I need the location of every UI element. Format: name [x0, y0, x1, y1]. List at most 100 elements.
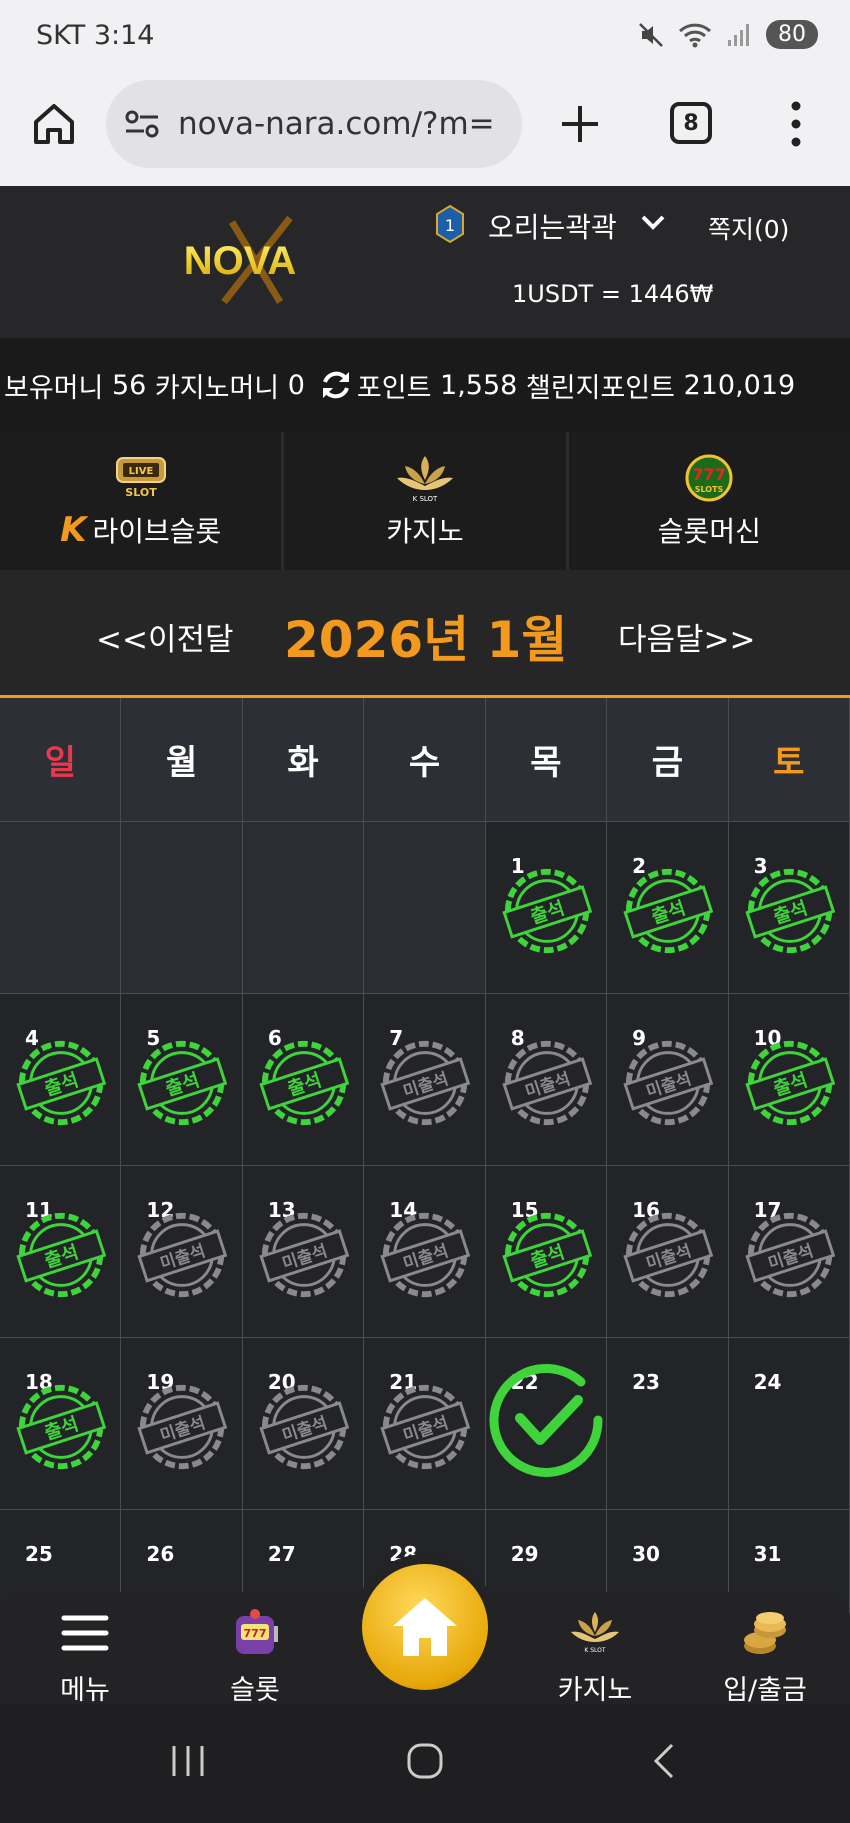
day-cell-9[interactable]: 9 미출석: [607, 994, 729, 1166]
recent-apps-icon[interactable]: [170, 1744, 206, 1778]
browser-home-icon[interactable]: [30, 100, 78, 148]
day-number: 27: [267, 1542, 296, 1566]
empty-day-cell: [121, 822, 243, 994]
nav-deposit-withdraw[interactable]: 입/출금: [705, 1606, 825, 1707]
next-month-button[interactable]: 다음달>>: [618, 614, 756, 659]
attended-stamp-icon: 출석: [259, 1040, 350, 1126]
tab-casino-label: 카지노: [386, 515, 464, 548]
day-number: 31: [753, 1542, 782, 1566]
svg-text:LIVE: LIVE: [128, 466, 153, 477]
nav-casino[interactable]: K SLOT 카지노: [535, 1606, 655, 1707]
missed-stamp-icon: 미출석: [259, 1212, 350, 1298]
missed-stamp-icon: 미출석: [137, 1384, 228, 1470]
nova-logo[interactable]: NOVA: [140, 210, 340, 310]
new-tab-icon[interactable]: [556, 100, 604, 148]
tab-switcher-button[interactable]: 8: [670, 102, 712, 144]
site-settings-icon[interactable]: [124, 110, 160, 138]
day-cell-8[interactable]: 8 미출석: [485, 994, 608, 1166]
slot-machine-icon: 777: [236, 1609, 278, 1654]
day-cell-10[interactable]: 10 출석: [728, 994, 850, 1166]
nav-casino-label: 카지노: [557, 1675, 633, 1706]
nav-menu[interactable]: 메뉴: [25, 1606, 145, 1707]
day-cell-17[interactable]: 17 미출석: [728, 1166, 850, 1338]
k-slot-icon: K SLOT: [396, 456, 453, 503]
chevron-down-icon[interactable]: [640, 214, 666, 232]
casino-money-label: 카지노머니: [154, 372, 280, 404]
day-cell-2[interactable]: 2 출석: [607, 822, 729, 994]
day-cell-21[interactable]: 21 미출석: [364, 1338, 486, 1510]
day-cell-19[interactable]: 19 미출석: [121, 1338, 243, 1510]
k-brand-mark: K: [60, 510, 87, 550]
day-cell-23[interactable]: 23: [607, 1338, 729, 1510]
prev-month-button[interactable]: <<이전달: [96, 614, 234, 659]
day-cell-1[interactable]: 1 출석: [485, 822, 608, 994]
missed-stamp-icon: 미출석: [380, 1212, 471, 1298]
status-bar: SKT 3:14 80: [0, 0, 850, 74]
empty-day-cell: [364, 822, 486, 994]
day-cell-5[interactable]: 5 출석: [121, 994, 243, 1166]
weekday-fri: 금: [607, 698, 729, 822]
day-cell-18[interactable]: 18 출석: [0, 1338, 122, 1510]
wifi-icon: [678, 23, 712, 47]
attended-stamp-icon: 출석: [502, 868, 592, 954]
day-cell-14[interactable]: 14 미출석: [364, 1166, 486, 1338]
missed-stamp-icon: 미출석: [623, 1212, 714, 1298]
attended-stamp-icon: 출석: [502, 1212, 592, 1298]
day-cell-24[interactable]: 24: [728, 1338, 850, 1510]
refresh-icon[interactable]: [319, 368, 353, 402]
weekday-mon: 월: [121, 698, 243, 822]
url-text: nova-nara.com/?m=: [178, 106, 495, 142]
system-home-icon[interactable]: [406, 1742, 444, 1780]
system-navigation-bar: [0, 1704, 850, 1823]
address-bar[interactable]: nova-nara.com/?m=: [106, 80, 522, 168]
day-cell-22[interactable]: 22: [485, 1338, 608, 1510]
missed-stamp-icon: 미출석: [259, 1384, 350, 1470]
status-time: SKT 3:14: [36, 20, 155, 51]
more-options-icon[interactable]: [784, 98, 808, 150]
missed-stamp-icon: 미출석: [380, 1384, 471, 1470]
casino-money-value: 0: [287, 369, 305, 401]
tab-slot-machine[interactable]: 777 SLOTS 슬롯머신: [569, 432, 850, 570]
day-cell-7[interactable]: 7 미출석: [364, 994, 486, 1166]
day-cell-15[interactable]: 15 출석: [485, 1166, 608, 1338]
attended-stamp-icon: 출석: [16, 1384, 107, 1470]
messages-link[interactable]: 쪽지(0): [708, 210, 789, 246]
home-icon: [393, 1598, 457, 1656]
day-cell-12[interactable]: 12 미출석: [121, 1166, 243, 1338]
tab-casino[interactable]: K SLOT 카지노: [284, 432, 569, 570]
weekday-wed: 수: [364, 698, 486, 822]
nav-slot[interactable]: 777 슬롯: [195, 1606, 315, 1707]
missed-stamp-icon: 미출석: [502, 1040, 592, 1126]
day-cell-20[interactable]: 20 미출석: [242, 1338, 365, 1510]
empty-day-cell: [0, 822, 122, 994]
home-button[interactable]: [362, 1564, 488, 1690]
svg-text:SLOT: SLOT: [125, 486, 157, 499]
day-cell-16[interactable]: 16 미출석: [607, 1166, 729, 1338]
weekday-sun: 일: [0, 698, 122, 822]
nav-slot-label: 슬롯: [230, 1675, 280, 1706]
exchange-rate: 1USDT = 1446₩: [512, 280, 714, 308]
tab-live-slot[interactable]: LIVE SLOT K 라이브슬롯: [0, 432, 285, 570]
attended-stamp-icon: 출석: [137, 1040, 228, 1126]
day-cell-3[interactable]: 3 출석: [728, 822, 850, 994]
attended-stamp-icon: 출석: [744, 1040, 835, 1126]
svg-text:777: 777: [244, 1627, 267, 1640]
live-slot-icon: LIVE SLOT: [115, 457, 166, 499]
hamburger-menu-icon: [61, 1615, 109, 1651]
day-cell-6[interactable]: 6 출석: [242, 994, 365, 1166]
missed-stamp-icon: 미출석: [744, 1212, 835, 1298]
weekday-sat: 토: [728, 698, 850, 822]
attended-stamp-icon: 출석: [744, 868, 835, 954]
username[interactable]: 오리는곽곽: [488, 206, 617, 246]
signal-icon: [728, 23, 749, 46]
coins-icon: [744, 1612, 786, 1654]
day-cell-13[interactable]: 13 미출석: [242, 1166, 365, 1338]
day-cell-4[interactable]: 4 출석: [0, 994, 122, 1166]
system-back-icon[interactable]: [652, 1742, 676, 1780]
challenge-point-label: 챌린지포인트: [525, 372, 675, 404]
weekday-header: 일 월 화 수 목 금 토: [0, 698, 850, 822]
battery-indicator: 80: [766, 20, 818, 49]
challenge-point-value: 210,019: [683, 369, 796, 401]
day-cell-11[interactable]: 11 출석: [0, 1166, 122, 1338]
attendance-calendar: 일 월 화 수 목 금 토 1 출석 2 출석 3 출석 4 출석 5 출석 6 출석 7 미출석 8 미출석…: [0, 698, 850, 1682]
